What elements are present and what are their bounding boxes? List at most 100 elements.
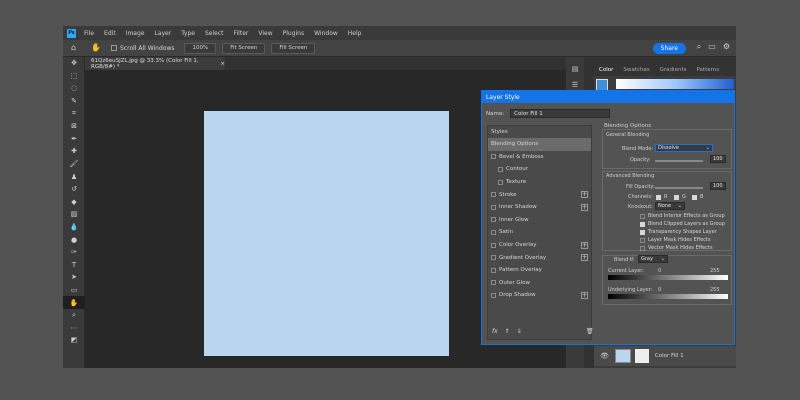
add-style-icon[interactable]: + — [581, 254, 588, 262]
style-checkbox[interactable] — [491, 204, 496, 210]
lasso-tool-icon[interactable]: ◌ — [63, 82, 85, 95]
tab-gradients[interactable]: Gradients — [655, 67, 692, 73]
zoom-tool-icon[interactable]: ⌕ — [63, 309, 85, 322]
style-item[interactable]: Outer Glow — [488, 277, 591, 290]
search-icon[interactable]: ⌕ — [697, 42, 701, 52]
channel-b-checkbox[interactable]: B — [692, 194, 703, 200]
menu-layer[interactable]: Layer — [154, 30, 171, 37]
style-item[interactable]: Gradient Overlay + — [488, 251, 591, 264]
marquee-tool-icon[interactable]: ⬚ — [63, 70, 85, 83]
channel-r-checkbox[interactable]: R — [656, 194, 667, 200]
style-checkbox[interactable] — [491, 255, 496, 261]
pen-tool-icon[interactable]: ✑ — [63, 246, 85, 259]
move-down-icon[interactable]: ⇓ — [517, 328, 522, 335]
style-item[interactable]: Pattern Overlay — [488, 264, 591, 277]
clone-stamp-tool-icon[interactable]: ♟ — [63, 170, 85, 183]
menu-edit[interactable]: Edit — [104, 30, 116, 37]
underlying-layer-gradient[interactable] — [608, 294, 728, 299]
type-tool-icon[interactable]: T — [63, 259, 85, 272]
opacity-input[interactable]: 100 — [710, 155, 726, 163]
quick-select-tool-icon[interactable]: ✎ — [63, 95, 85, 108]
share-button[interactable]: Share — [652, 43, 686, 54]
tab-color[interactable]: Color — [594, 67, 618, 73]
menu-window[interactable]: Window — [314, 30, 338, 37]
style-checkbox[interactable] — [498, 179, 503, 185]
style-item[interactable]: Color Overlay + — [488, 239, 591, 252]
workspace-icon[interactable]: ▭ — [708, 42, 716, 52]
style-checkbox[interactable] — [491, 217, 496, 223]
blend-option-checkbox[interactable]: Transparency Shapes Layer — [640, 229, 717, 235]
move-tool-icon[interactable]: ✥ — [63, 57, 85, 70]
opacity-slider[interactable] — [655, 160, 703, 162]
scroll-all-windows-checkbox[interactable]: Scroll All Windows — [111, 45, 174, 52]
style-item[interactable]: Satin — [488, 226, 591, 239]
zoom-100-button[interactable]: 100% — [184, 42, 217, 54]
channel-g-checkbox[interactable]: G — [674, 194, 686, 200]
style-checkbox[interactable] — [498, 166, 503, 172]
style-item[interactable]: Contour — [488, 163, 591, 176]
menu-select[interactable]: Select — [205, 30, 224, 37]
blend-option-checkbox[interactable]: Blend Interior Effects as Group — [640, 213, 725, 219]
color-spectrum[interactable] — [616, 79, 734, 89]
add-style-icon[interactable]: + — [581, 241, 588, 249]
add-style-icon[interactable]: + — [581, 191, 588, 199]
style-item[interactable]: Blending Options — [488, 138, 591, 151]
blend-if-select[interactable]: Gray ⌄ — [638, 255, 668, 263]
hand-tool-icon[interactable]: ✋ — [63, 296, 85, 309]
settings-icon[interactable]: ⚙ — [723, 42, 730, 52]
style-item[interactable]: Drop Shadow + — [488, 289, 591, 302]
fx-icon[interactable]: fx — [492, 328, 498, 335]
style-checkbox[interactable] — [491, 229, 496, 235]
add-style-icon[interactable]: + — [581, 292, 588, 300]
tab-patterns[interactable]: Patterns — [691, 67, 724, 73]
eye-icon[interactable]: 👁 — [600, 352, 609, 360]
menu-help[interactable]: Help — [348, 30, 362, 37]
trash-icon[interactable]: 🗑 — [586, 328, 594, 335]
history-brush-tool-icon[interactable]: ↺ — [63, 183, 85, 196]
style-item[interactable]: Bevel & Emboss — [488, 151, 591, 164]
document-canvas[interactable] — [204, 111, 449, 356]
eyedropper-tool-icon[interactable]: ✒ — [63, 133, 85, 146]
hand-tool-icon[interactable]: ✋ — [91, 43, 101, 53]
rectangle-tool-icon[interactable]: ▭ — [63, 284, 85, 297]
properties-panel-icon[interactable]: ☰ — [566, 81, 584, 89]
menu-type[interactable]: Type — [181, 30, 195, 37]
eraser-tool-icon[interactable]: ◆ — [63, 196, 85, 209]
fill-opacity-slider[interactable] — [655, 187, 703, 189]
layer-row[interactable]: 👁 Color Fill 1 — [594, 346, 736, 366]
style-item[interactable]: Inner Glow — [488, 214, 591, 227]
knockout-select[interactable]: None ⌄ — [655, 202, 685, 210]
menu-image[interactable]: Image — [126, 30, 145, 37]
move-up-icon[interactable]: ⇑ — [505, 328, 510, 335]
style-checkbox[interactable] — [491, 292, 496, 298]
blend-option-checkbox[interactable]: Vector Mask Hides Effects — [640, 245, 713, 251]
style-checkbox[interactable] — [491, 267, 496, 273]
more-tools-icon[interactable]: ⋯ — [63, 321, 85, 334]
style-item[interactable]: Texture — [488, 176, 591, 189]
tab-swatches[interactable]: Swatches — [618, 67, 654, 73]
blend-option-checkbox[interactable]: Layer Mask Hides Effects — [640, 237, 711, 243]
brush-tool-icon[interactable]: 🖌 — [63, 158, 85, 171]
blend-option-checkbox[interactable]: Blend Clipped Layers as Group — [640, 221, 725, 227]
menu-plugins[interactable]: Plugins — [283, 30, 305, 37]
style-checkbox[interactable] — [491, 192, 496, 198]
styles-header[interactable]: Styles — [488, 126, 591, 138]
fit-screen-button[interactable]: Fit Screen — [222, 42, 266, 54]
color-swatches-icon[interactable]: ◩ — [63, 334, 85, 347]
style-item[interactable]: Inner Shadow + — [488, 201, 591, 214]
healing-brush-tool-icon[interactable]: ✚ — [63, 145, 85, 158]
current-layer-gradient[interactable] — [608, 275, 728, 280]
blur-tool-icon[interactable]: 💧 — [63, 221, 85, 234]
style-item[interactable]: Stroke + — [488, 188, 591, 201]
style-checkbox[interactable] — [491, 280, 496, 286]
blend-mode-select[interactable]: Dissolve ⌄ — [655, 144, 713, 152]
fill-opacity-input[interactable]: 100 — [710, 182, 726, 190]
menu-filter[interactable]: Filter — [234, 30, 249, 37]
menu-view[interactable]: View — [258, 30, 272, 37]
fill-screen-button[interactable]: Fill Screen — [271, 42, 316, 54]
history-panel-icon[interactable]: ▤ — [566, 65, 584, 73]
add-style-icon[interactable]: + — [581, 203, 588, 211]
dodge-tool-icon[interactable]: ● — [63, 233, 85, 246]
home-icon[interactable]: ⌂ — [71, 43, 81, 53]
style-checkbox[interactable] — [491, 242, 496, 248]
